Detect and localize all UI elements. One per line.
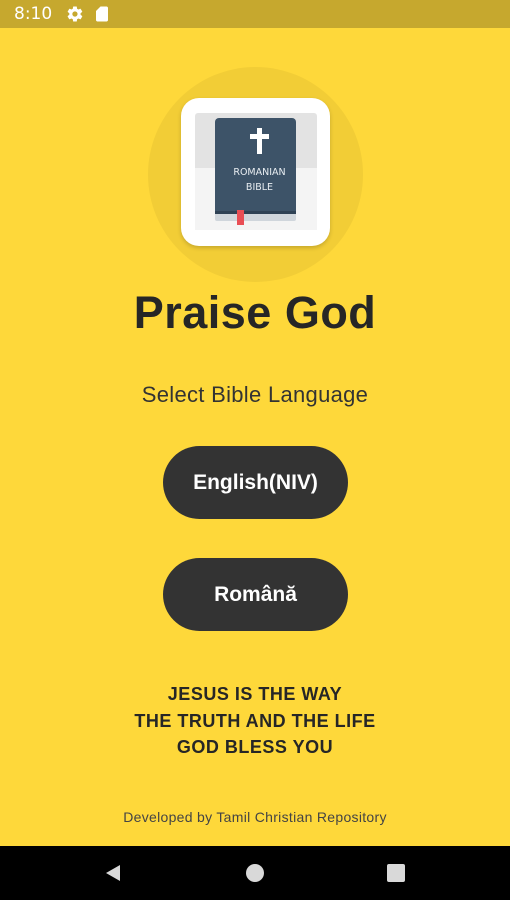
status-bar: 8:10 bbox=[0, 0, 510, 28]
navigation-bar bbox=[0, 846, 510, 900]
book-title-line2: BIBLE bbox=[246, 182, 273, 193]
developer-credit: Developed by Tamil Christian Repository bbox=[123, 809, 387, 825]
sd-card-icon bbox=[93, 5, 111, 23]
home-icon[interactable] bbox=[241, 859, 269, 887]
motto-line-1: JESUS IS THE WAY bbox=[167, 684, 343, 704]
book-title-line1: ROMANIAN bbox=[233, 167, 285, 178]
select-language-label: Select Bible Language bbox=[141, 382, 369, 407]
romana-button[interactable]: Română bbox=[163, 558, 348, 631]
back-icon[interactable] bbox=[99, 859, 127, 887]
recents-icon[interactable] bbox=[382, 859, 410, 887]
motto-text: JESUS IS THE WAY THE TRUTH AND THE LIFE … bbox=[0, 681, 510, 761]
app-logo: ROMANIAN BIBLE bbox=[181, 98, 330, 246]
bookmark-ribbon bbox=[237, 210, 244, 225]
motto-line-3: GOD BLESS YOU bbox=[176, 737, 334, 757]
motto-line-2: THE TRUTH AND THE LIFE bbox=[134, 710, 376, 731]
status-time: 8:10 bbox=[14, 4, 53, 24]
english-niv-button[interactable]: English(NIV) bbox=[163, 446, 348, 519]
gear-icon bbox=[66, 5, 84, 23]
app-title: Praise God bbox=[133, 287, 377, 338]
